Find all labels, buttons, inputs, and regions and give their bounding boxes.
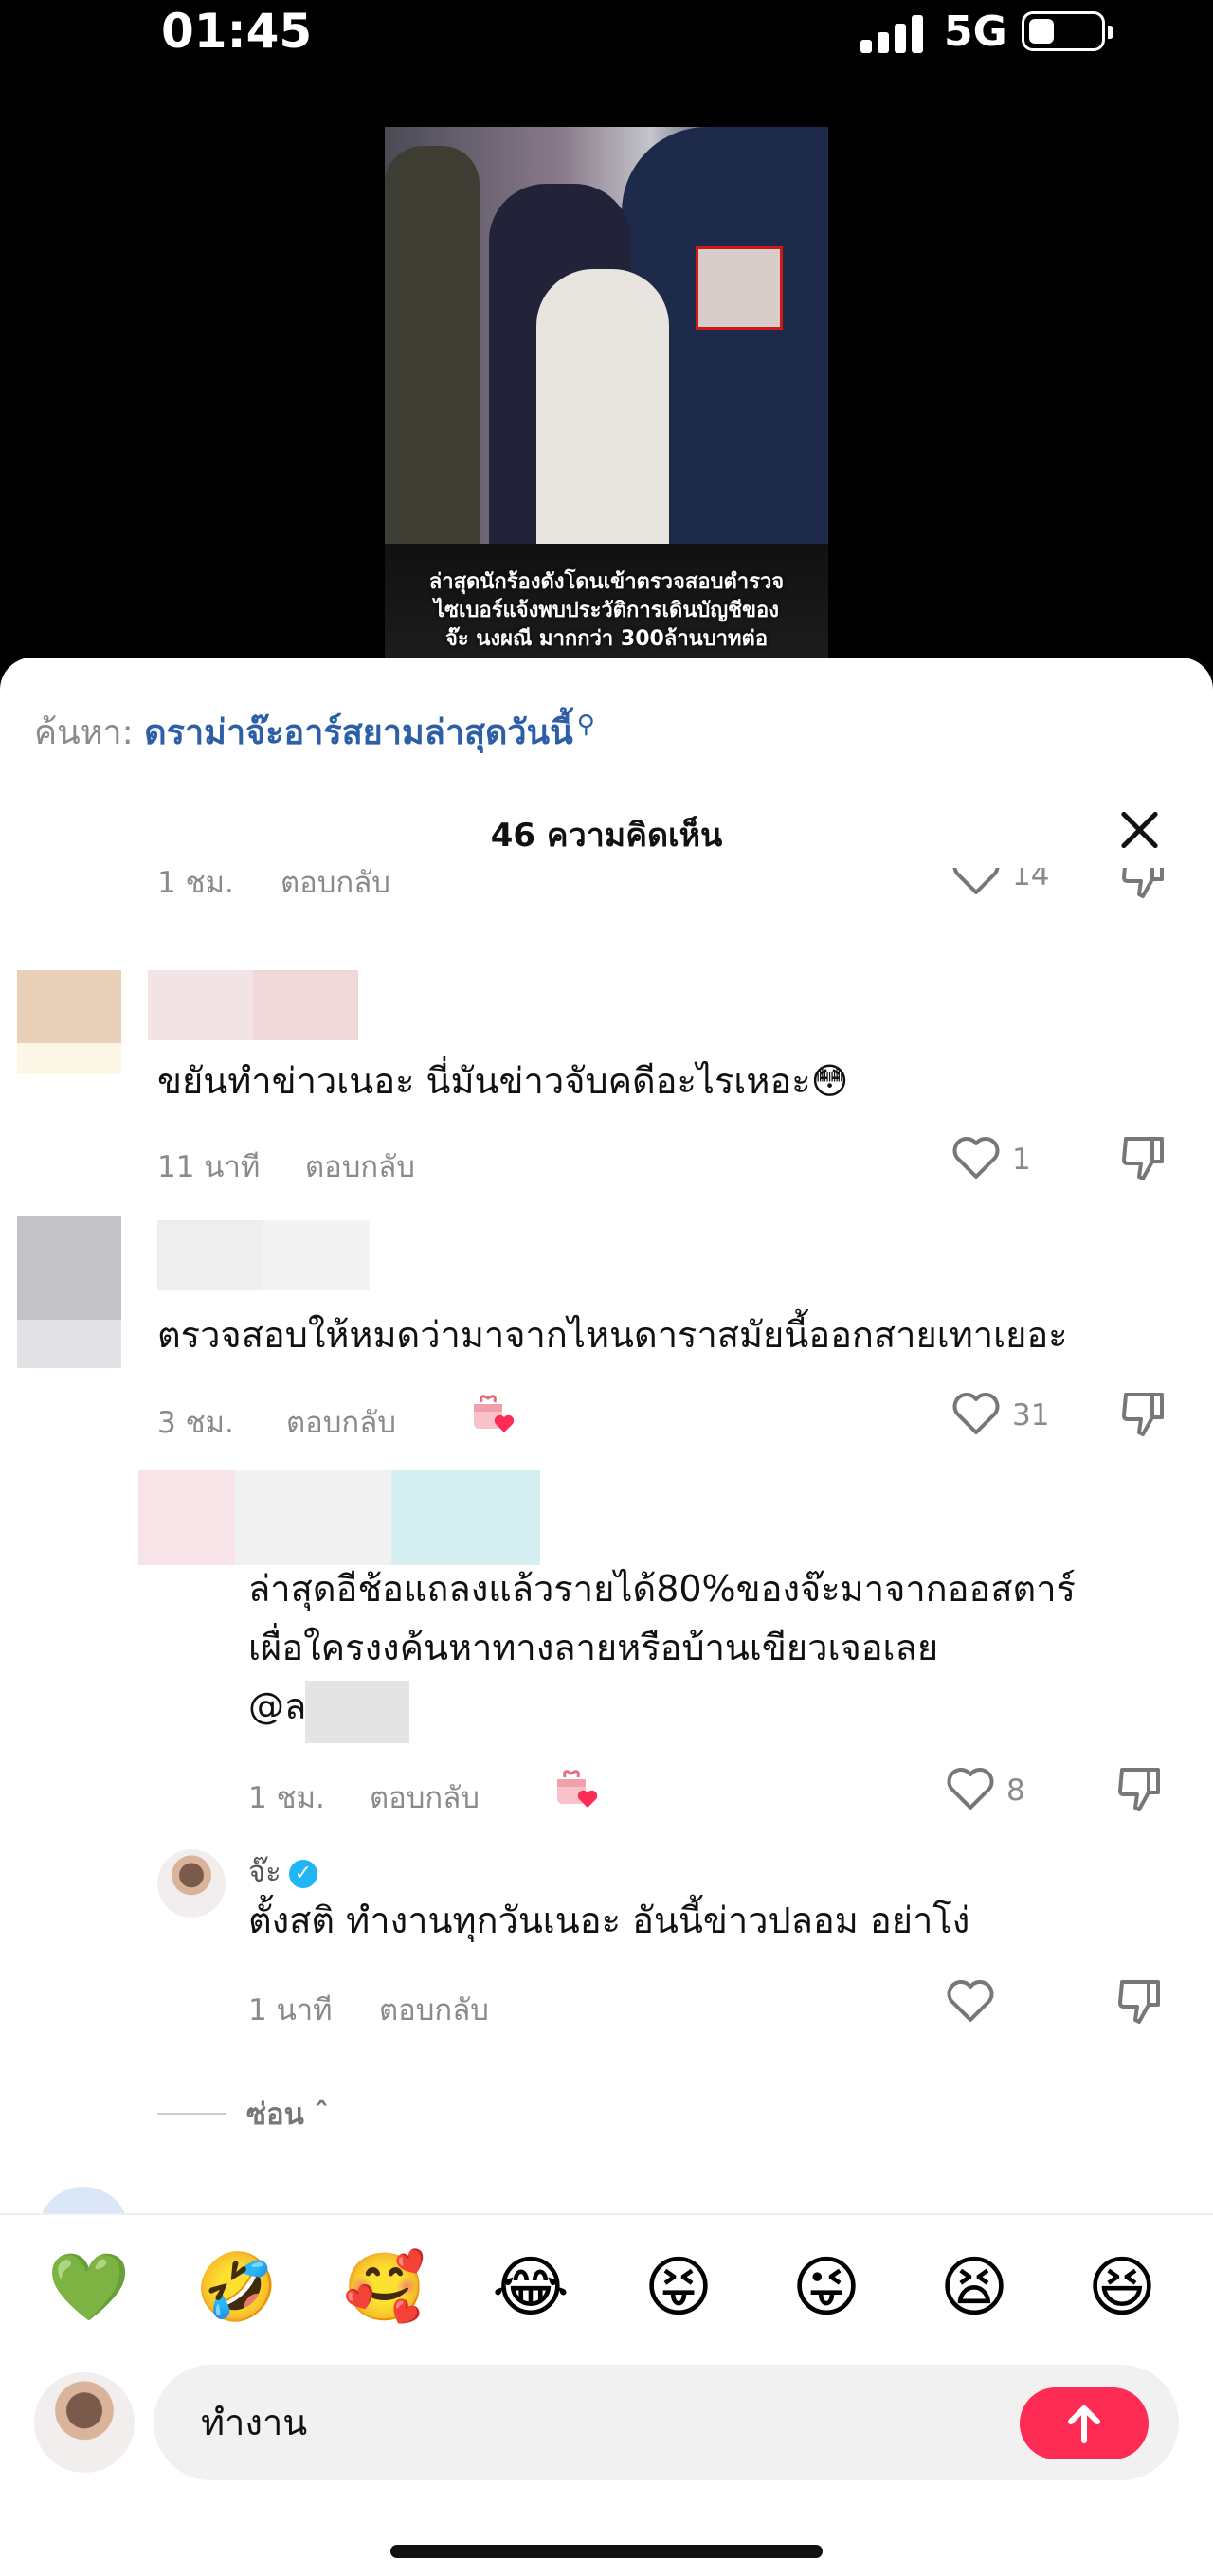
reply-button[interactable]: ตอบกลับ — [370, 1774, 480, 1821]
comment-time: 11 นาที — [157, 1150, 261, 1184]
comment-text: เผื่อใครงงค้นหาทางลายหรือบ้านเขียวเจอเลย — [248, 1627, 939, 1668]
arrow-up-icon — [1068, 2405, 1100, 2443]
dislike-icon[interactable] — [1118, 1133, 1168, 1182]
emoji-button[interactable]: 😫 — [934, 2247, 1014, 2327]
avatar[interactable] — [17, 1216, 121, 1368]
caption-line: ล่าสุดนักร้องดังโดนเข้าตรวจสอบตำรวจ — [428, 570, 785, 594]
caption-line: ไซเบอร์แจ้งพบประวัติการเดินบัญชีของ — [434, 599, 779, 622]
search-term[interactable]: ดราม่าจ๊ะอาร์สยามล่าสุดวันนี้ — [144, 713, 573, 752]
emoji-button[interactable]: 😆 — [1082, 2247, 1162, 2327]
emoji-button[interactable]: 💚 — [47, 2247, 130, 2327]
close-icon[interactable] — [1114, 805, 1164, 855]
search-suggestion[interactable]: ค้นหา: ดราม่าจ๊ะอาร์สยามล่าสุดวันนี้ ⚲ — [34, 705, 595, 759]
status-bar: 01:45 5G — [0, 0, 1213, 66]
like-count: 8 — [1006, 1774, 1025, 1808]
gift-icon[interactable] — [553, 1766, 599, 1810]
gift-icon[interactable] — [470, 1391, 516, 1434]
username[interactable] — [138, 1470, 540, 1565]
comment-input[interactable]: ทำงาน — [154, 2365, 1179, 2480]
reply-button[interactable]: ตอบกลับ — [305, 1143, 415, 1190]
network-label: 5G — [944, 8, 1007, 56]
author-name: จ๊ะ — [248, 1855, 281, 1889]
caption-line: จ๊ะ นงผณี มากกว่า 300ล้านบาทต่อ — [444, 627, 769, 651]
like-count: 1 — [1012, 1143, 1031, 1177]
search-icon: ⚲ — [576, 711, 595, 739]
emoji-button[interactable]: 😂 — [491, 2247, 570, 2327]
emoji-button[interactable]: 😝 — [639, 2247, 718, 2327]
emoji-button[interactable]: 🤣 — [195, 2247, 278, 2327]
username[interactable] — [157, 1220, 370, 1290]
dislike-icon[interactable] — [1118, 868, 1168, 900]
like-count: 14 — [1012, 868, 1050, 892]
comment-time: 3 ชม. — [157, 1406, 234, 1440]
comment-text: ตั้งสติ ทำงานทุกวันเนอะ อันนี้ข่าวปลอม อ… — [248, 1900, 970, 1941]
like-icon[interactable] — [946, 1978, 995, 2024]
emoji-bar: 💚 🤣 🥰 😂 😝 😜 😫 😆 — [0, 2213, 1213, 2357]
my-avatar — [34, 2372, 135, 2473]
verified-icon: ✓ — [288, 1859, 317, 1888]
signal-icon — [860, 15, 923, 53]
battery-icon — [1022, 11, 1113, 51]
like-icon[interactable] — [951, 868, 1001, 896]
emoji-button[interactable]: 😜 — [787, 2247, 866, 2327]
clock: 01:45 — [161, 4, 313, 59]
comment-text: ขยันทำข่าวเนอะ นี่มันข่าวจับคดีอะไรเหอะ😳 — [157, 1060, 849, 1102]
comment-time: 1 ชม. — [248, 1781, 325, 1815]
username[interactable]: จ๊ะ ✓ — [248, 1847, 317, 1895]
avatar[interactable] — [17, 970, 121, 1074]
hide-replies-button[interactable]: ซ่อน ˆ — [246, 2090, 329, 2137]
avatar[interactable] — [157, 1849, 226, 1918]
like-count: 31 — [1012, 1398, 1050, 1432]
chevron-up-icon: ˆ — [314, 2098, 330, 2132]
like-icon[interactable] — [951, 1391, 1001, 1436]
comment-time: 1 นาที — [248, 1993, 333, 2027]
like-icon[interactable] — [946, 1766, 995, 1811]
video-thumbnail[interactable] — [385, 127, 828, 544]
reply-button[interactable]: ตอบกลับ — [281, 868, 390, 906]
hide-replies-label: ซ่อน — [246, 2098, 304, 2132]
reply-button[interactable]: ตอบกลับ — [286, 1398, 396, 1446]
divider — [157, 2113, 226, 2115]
username[interactable] — [148, 970, 358, 1040]
dislike-icon[interactable] — [1118, 1389, 1168, 1438]
like-icon[interactable] — [951, 1135, 1001, 1180]
search-prefix: ค้นหา: — [34, 713, 134, 752]
send-button[interactable] — [1020, 2387, 1149, 2459]
emoji-button[interactable]: 🥰 — [343, 2247, 425, 2327]
comment-input-text[interactable]: ทำงาน — [201, 2393, 307, 2451]
comment-count-title: 46 ความคิดเห็น — [490, 817, 723, 855]
comment-text: ตรวจสอบให้หมดว่ามาจากไหนดาราสมัยนี้ออกสา… — [157, 1314, 1068, 1356]
dislike-icon[interactable] — [1114, 1976, 1164, 2026]
home-indicator — [390, 2545, 823, 2558]
mention-blur — [305, 1681, 409, 1743]
dislike-icon[interactable] — [1114, 1764, 1164, 1813]
comment-list[interactable]: 1 ชม. ตอบกลับ 14 ขยันทำข่าวเนอะ นี่มันข่… — [0, 868, 1213, 2226]
comment-composer: ทำงาน — [0, 2355, 1213, 2576]
comment-text: ล่าสุดอีช้อแถลงแล้วรายได้80%ของจ๊ะมาจากอ… — [248, 1568, 1076, 1610]
video-caption: ล่าสุดนักร้องดังโดนเข้าตรวจสอบตำรวจ ไซเบ… — [398, 568, 815, 654]
inset-photo — [696, 246, 783, 330]
reply-button[interactable]: ตอบกลับ — [379, 1986, 489, 2033]
mention[interactable]: @ล — [248, 1677, 306, 1736]
comment-time: 1 ชม. — [157, 868, 234, 900]
